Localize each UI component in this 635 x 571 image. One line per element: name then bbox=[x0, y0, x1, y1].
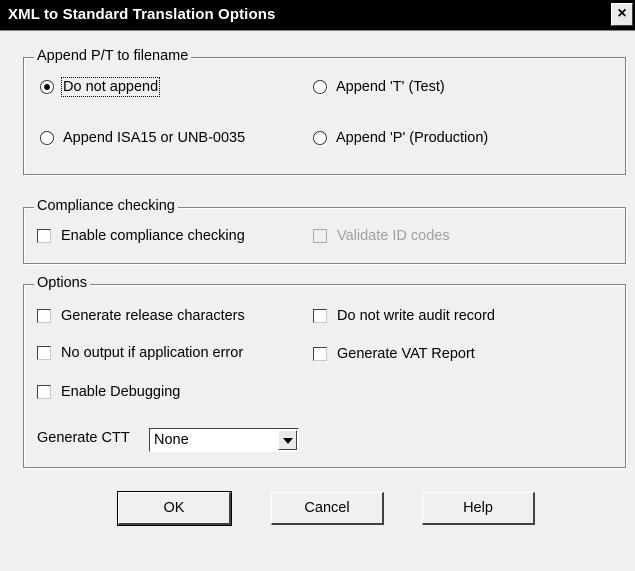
checkbox-label: Generate release characters bbox=[61, 308, 245, 324]
radio-append-test[interactable]: Append 'T' (Test) bbox=[313, 79, 445, 95]
checkbox-label: Validate ID codes bbox=[337, 228, 450, 244]
radio-button[interactable] bbox=[40, 80, 54, 94]
window-title: XML to Standard Translation Options bbox=[8, 6, 276, 23]
radio-append-isa15[interactable]: Append ISA15 or UNB-0035 bbox=[40, 130, 245, 146]
generate-ctt-select[interactable]: None bbox=[149, 428, 299, 452]
checkbox bbox=[313, 229, 327, 243]
append-group: Append P/T to filename bbox=[23, 48, 626, 175]
checkbox[interactable] bbox=[313, 347, 327, 361]
help-button[interactable]: Help bbox=[422, 492, 535, 525]
compliance-group-legend: Compliance checking bbox=[34, 198, 178, 214]
select-value: None bbox=[154, 432, 189, 448]
checkbox-label: Generate VAT Report bbox=[337, 346, 475, 362]
checkbox[interactable] bbox=[313, 309, 327, 323]
radio-button[interactable] bbox=[40, 131, 54, 145]
checkbox[interactable] bbox=[37, 229, 51, 243]
checkbox-enable-debugging[interactable]: Enable Debugging bbox=[37, 384, 180, 400]
checkbox-label: Do not write audit record bbox=[337, 308, 495, 324]
checkbox-label: Enable Debugging bbox=[61, 384, 181, 400]
checkbox-no-audit-record[interactable]: Do not write audit record bbox=[313, 308, 495, 324]
radio-selected-dot bbox=[44, 84, 50, 90]
checkbox-generate-release[interactable]: Generate release characters bbox=[37, 308, 245, 324]
checkbox-enable-compliance[interactable]: Enable compliance checking bbox=[37, 228, 245, 244]
radio-do-not-append[interactable]: Do not append bbox=[40, 77, 161, 97]
generate-ctt-label: Generate CTT bbox=[37, 430, 130, 446]
radio-button[interactable] bbox=[313, 80, 327, 94]
chevron-down-icon[interactable] bbox=[278, 430, 297, 450]
radio-label: Append 'P' (Production) bbox=[336, 130, 489, 146]
close-button[interactable]: × bbox=[611, 3, 633, 26]
cancel-button[interactable]: Cancel bbox=[271, 492, 384, 525]
ok-button[interactable]: OK bbox=[117, 491, 232, 526]
close-icon: × bbox=[617, 5, 627, 22]
radio-label: Append ISA15 or UNB-0035 bbox=[63, 130, 246, 146]
radio-label: Append 'T' (Test) bbox=[336, 79, 445, 95]
title-bar: XML to Standard Translation Options × bbox=[0, 0, 635, 31]
checkbox-no-output-on-error[interactable]: No output if application error bbox=[37, 345, 243, 361]
radio-label: Do not append bbox=[60, 77, 161, 97]
checkbox-vat-report[interactable]: Generate VAT Report bbox=[313, 346, 475, 362]
checkbox[interactable] bbox=[37, 385, 51, 399]
checkbox-label: Enable compliance checking bbox=[61, 228, 245, 244]
checkbox[interactable] bbox=[37, 346, 51, 360]
checkbox-validate-id-codes: Validate ID codes bbox=[313, 228, 450, 244]
radio-append-production[interactable]: Append 'P' (Production) bbox=[313, 130, 488, 146]
checkbox[interactable] bbox=[37, 309, 51, 323]
options-group-legend: Options bbox=[34, 275, 90, 291]
checkbox-label: No output if application error bbox=[61, 345, 244, 361]
radio-button[interactable] bbox=[313, 131, 327, 145]
append-group-legend: Append P/T to filename bbox=[34, 48, 192, 64]
